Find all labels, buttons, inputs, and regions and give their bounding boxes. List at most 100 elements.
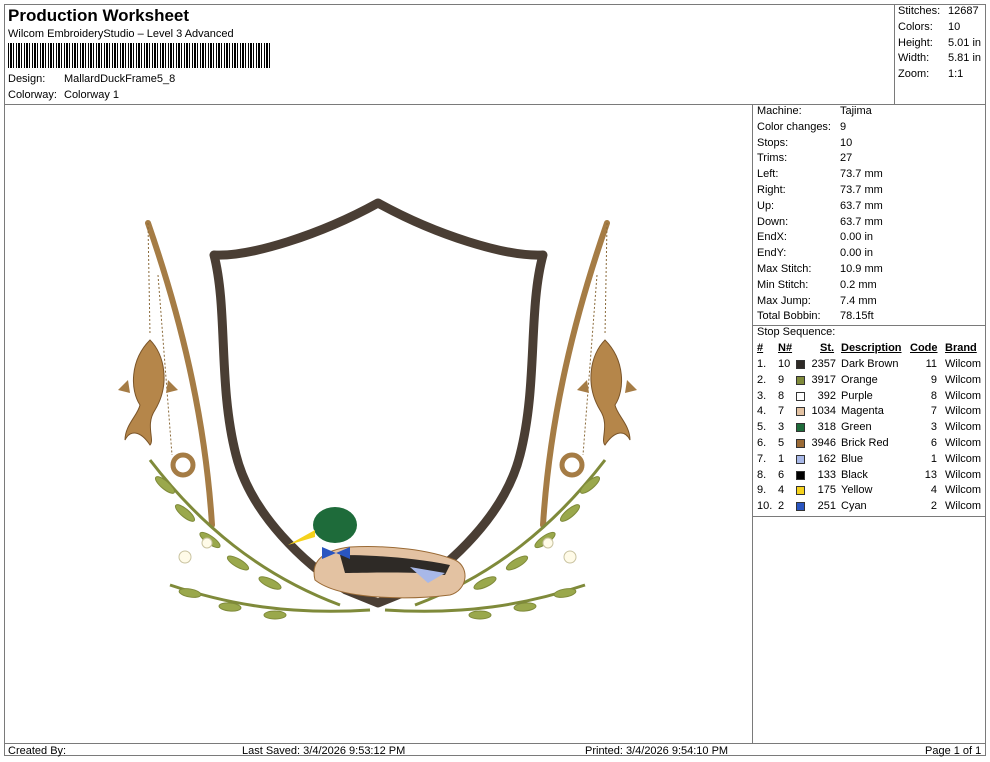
stat-label: Height: <box>898 37 933 49</box>
row-description: Brick Red <box>841 437 889 449</box>
machine-info-label: Up: <box>757 199 775 212</box>
row-code: 11 <box>925 358 937 370</box>
stop-sequence-row: 10. 2 251 Cyan 2 Wilcom <box>757 500 985 516</box>
color-swatch <box>796 486 805 496</box>
color-swatch <box>796 502 805 512</box>
stop-sequence-row: 4. 7 1034 Magenta 7 Wilcom <box>757 405 985 421</box>
info-panel-divider <box>752 104 753 744</box>
embroidery-design-preview <box>118 198 637 620</box>
stop-sequence-row: 9. 4 175 Yellow 4 Wilcom <box>757 484 985 500</box>
machine-info-row: Stops: 10 <box>757 137 985 153</box>
machine-info-row: Max Jump: 7.4 mm <box>757 295 985 311</box>
machine-info-value: Tajima <box>840 105 872 117</box>
stat-value: 5.81 in <box>948 52 982 64</box>
row-needle: 7 <box>778 405 785 418</box>
stat-value: 10 <box>948 21 961 33</box>
row-description: Orange <box>841 373 878 386</box>
row-brand: Wilcom <box>945 437 982 449</box>
stop-sequence-row: 6. 5 3946 Brick Red 6 Wilcom <box>757 437 985 453</box>
color-swatch <box>796 454 805 464</box>
row-description: Green <box>841 421 872 434</box>
row-brand: Wilcom <box>945 421 982 434</box>
col-num-header: # <box>757 342 764 354</box>
row-needle: 10 <box>778 358 791 370</box>
row-needle: 3 <box>778 421 785 434</box>
machine-info-value: 63.7 mm <box>840 215 883 228</box>
machine-info-row: Machine: Tajima <box>757 105 985 121</box>
page-title: Production Worksheet <box>8 6 190 25</box>
machine-info-value: 7.4 mm <box>840 294 877 307</box>
row-num: 6. <box>757 437 767 449</box>
row-stitches: 318 <box>817 421 836 434</box>
colorway-value: Colorway 1 <box>64 89 120 101</box>
machine-info-row: Trims: 27 <box>757 152 985 168</box>
row-brand: Wilcom <box>945 468 982 481</box>
row-num: 1. <box>757 358 767 370</box>
row-num: 8. <box>757 468 767 481</box>
stat-label: Stitches: <box>898 5 941 17</box>
col-code-header: Code <box>910 342 938 354</box>
row-needle: 4 <box>778 484 785 497</box>
row-needle: 1 <box>778 452 785 465</box>
row-brand: Wilcom <box>945 405 982 418</box>
row-code: 8 <box>930 389 937 402</box>
machine-info-label: Left: <box>757 168 779 181</box>
row-num: 10. <box>757 500 773 513</box>
machine-info-value: 0.00 in <box>840 247 874 260</box>
row-code: 4 <box>930 484 937 497</box>
fish-left <box>118 339 178 446</box>
color-swatch <box>796 360 805 369</box>
machine-info-row: Down: 63.7 mm <box>757 216 985 232</box>
machine-info-row: EndX: 0.00 in <box>757 231 985 247</box>
stop-sequence-row: 5. 3 318 Green 3 Wilcom <box>757 421 985 437</box>
design-value: MallardDuckFrame5_8 <box>64 73 176 85</box>
row-num: 3. <box>757 389 767 402</box>
machine-info-label: Stops: <box>757 136 789 149</box>
machine-info-row: Right: 73.7 mm <box>757 184 985 200</box>
row-brand: Wilcom <box>945 358 982 370</box>
color-swatch <box>796 391 805 401</box>
row-code: 2 <box>930 500 937 513</box>
row-num: 2. <box>757 373 767 386</box>
stop-sequence-title: Stop Sequence: <box>757 326 836 338</box>
footer-divider <box>4 743 986 744</box>
row-description: Blue <box>841 452 864 465</box>
machine-info-row: Left: 73.7 mm <box>757 168 985 184</box>
row-stitches: 1034 <box>811 405 836 418</box>
col-brand-header: Brand <box>945 342 977 354</box>
fish-right <box>577 339 637 446</box>
stat-label: Colors: <box>898 21 933 33</box>
stat-label: Zoom: <box>898 68 930 80</box>
stop-sequence-bottom-divider <box>752 516 986 517</box>
machine-info-value: 73.7 mm <box>840 168 883 181</box>
machine-info-label: Trims: <box>757 152 788 165</box>
shield-frame <box>209 198 548 608</box>
barcode <box>8 43 270 68</box>
machine-info-value: 9 <box>840 120 847 133</box>
machine-info-label: Max Jump: <box>757 294 811 307</box>
row-num: 9. <box>757 484 767 497</box>
machine-info-label: Max Stitch: <box>757 263 812 275</box>
machine-info-label: Down: <box>757 215 789 228</box>
stop-sequence-row: 3. 8 392 Purple 8 Wilcom <box>757 390 985 406</box>
machine-info-row: Total Bobbin: 78.15ft <box>757 310 985 326</box>
machine-info-value: 78.15ft <box>840 310 874 323</box>
machine-info-row: Min Stitch: 0.2 mm <box>757 279 985 295</box>
stop-sequence-header: # N# St. Description Code Brand <box>757 342 985 358</box>
machine-info-label: Color changes: <box>757 120 831 133</box>
row-code: 9 <box>930 373 937 386</box>
stat-label: Width: <box>898 52 930 64</box>
stat-value: 1:1 <box>948 68 964 80</box>
machine-info-label: EndX: <box>757 231 787 244</box>
color-swatch <box>796 375 805 385</box>
stop-sequence-row: 8. 6 133 Black 13 Wilcom <box>757 469 985 485</box>
col-description-header: Description <box>841 342 902 354</box>
color-swatch <box>796 470 805 480</box>
color-swatch <box>796 439 805 448</box>
machine-info-row: Max Stitch: 10.9 mm <box>757 263 985 279</box>
machine-info-label: Min Stitch: <box>757 278 809 291</box>
row-stitches: 3917 <box>811 373 836 386</box>
colorway-label: Colorway: <box>8 89 57 101</box>
row-description: Black <box>841 468 868 481</box>
machine-info-value: 0.00 in <box>840 231 874 244</box>
